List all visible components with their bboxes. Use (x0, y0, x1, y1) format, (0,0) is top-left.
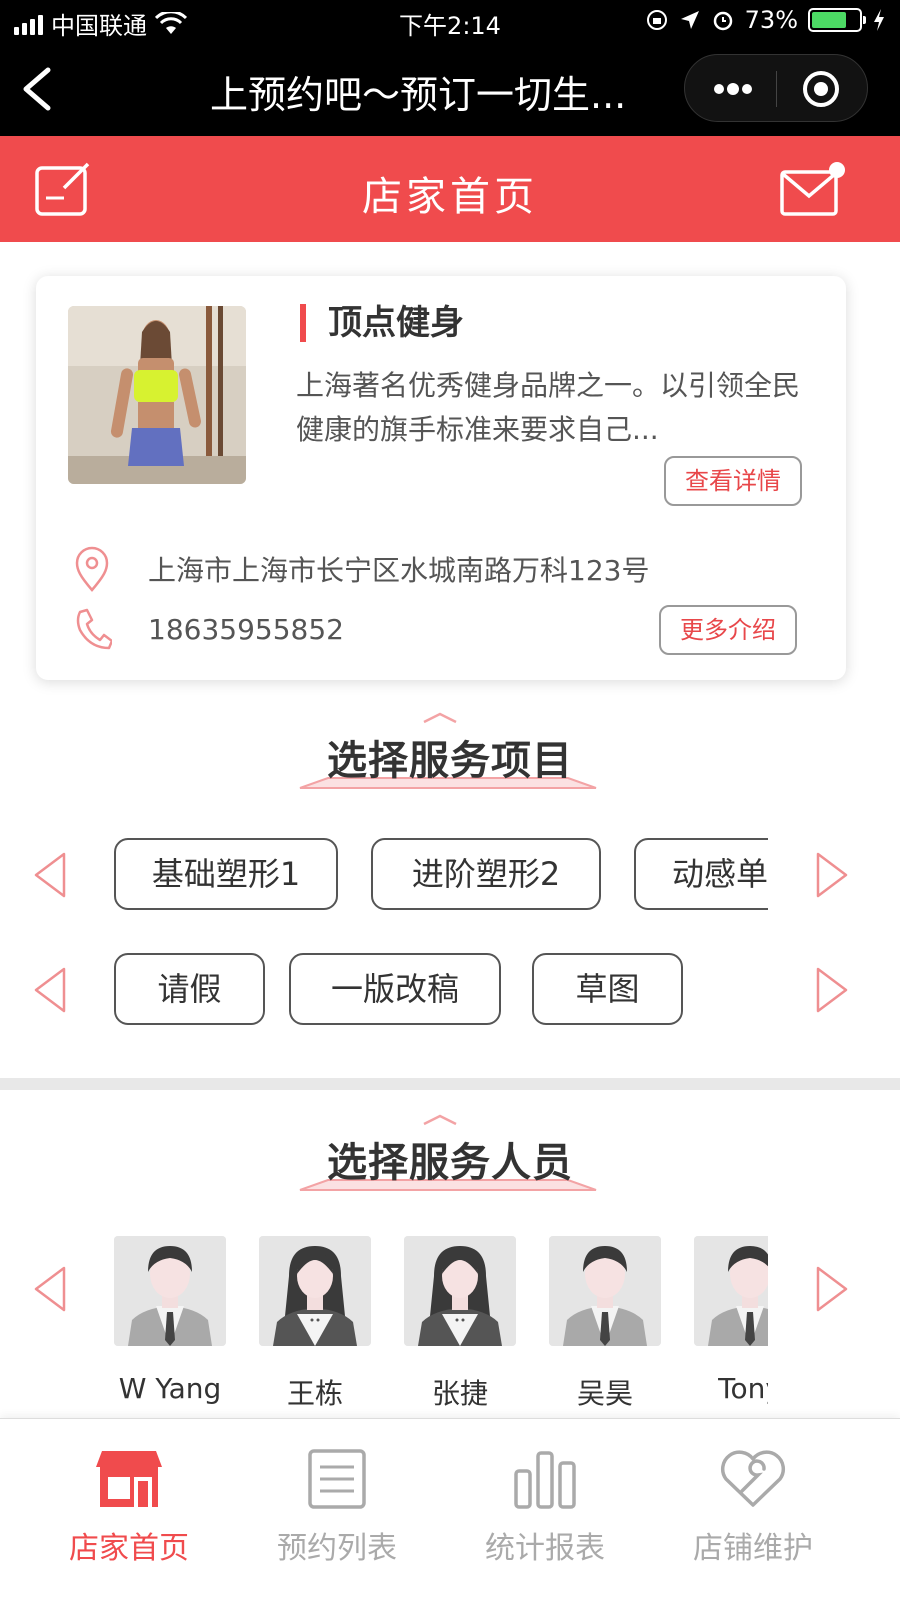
mini-program-nav-bar: 上预约吧～预订一切生... (0, 44, 900, 136)
services-row1-prev-arrow[interactable] (32, 850, 68, 900)
alarm-icon (713, 11, 732, 31)
chart-icon (514, 1451, 576, 1509)
store-phone[interactable]: 18635955852 (148, 613, 344, 646)
capsule-menu (684, 54, 868, 122)
store-info-card: 顶点健身 上海著名优秀健身品牌之一。以引领全民健康的旗手标准来要求自己... 查… (36, 276, 846, 680)
store-photo (68, 306, 246, 484)
staff-member[interactable]: 王栋 (259, 1236, 371, 1412)
avatar (694, 1236, 768, 1346)
bottom-tab-bar: 店家首页 预约列表 统计报表 店铺维护 (0, 1418, 900, 1600)
avatar (259, 1236, 371, 1346)
staff-member[interactable]: Tony (694, 1236, 768, 1405)
staff-title: 选择服务人员 (327, 1140, 573, 1186)
close-mini-program-icon[interactable] (801, 69, 841, 109)
header-title: 店家首页 (362, 174, 538, 220)
avatar (404, 1236, 516, 1346)
heart-wrench-icon (720, 1450, 786, 1507)
service-chip[interactable]: 基础塑形1 (114, 838, 338, 910)
services-row2-prev-arrow[interactable] (32, 965, 68, 1015)
services-row2-next-arrow[interactable] (814, 965, 850, 1015)
tab-label: 店家首页 (69, 1531, 189, 1566)
staff-name: W Yang (118, 1372, 222, 1405)
page-title: 上预约吧～预订一切生... (210, 73, 627, 117)
more-intro-button[interactable]: 更多介绍 (659, 605, 797, 655)
staff-name: 吴昊 (576, 1377, 633, 1410)
phone-row: 18635955852 (72, 606, 344, 652)
tab-label: 店铺维护 (693, 1531, 813, 1566)
service-chip[interactable]: 草图 (532, 953, 683, 1025)
phone-icon (76, 608, 112, 650)
avatar (114, 1236, 226, 1346)
staff-member[interactable]: W Yang (114, 1236, 226, 1405)
location-pin-icon (75, 546, 109, 592)
location-icon (680, 11, 699, 29)
store-description: 上海著名优秀健身品牌之一。以引领全民健康的旗手标准来要求自己... (296, 369, 801, 446)
battery-icon (808, 8, 866, 32)
more-options-icon[interactable] (711, 75, 755, 103)
battery-percent: 73% (744, 6, 798, 34)
store-address: 上海市上海市长宁区水城南路万科123号 (148, 554, 650, 587)
store-name: 顶点健身 (300, 304, 464, 342)
rotation-lock-icon (646, 10, 667, 30)
service-chip[interactable]: 请假 (114, 953, 265, 1025)
service-chip[interactable]: 动感单车 (634, 838, 768, 910)
tab-appointment-list[interactable]: 预约列表 (242, 1449, 432, 1567)
message-icon[interactable] (778, 160, 848, 218)
staff-prev-arrow[interactable] (32, 1264, 68, 1314)
staff-member[interactable]: 吴昊 (549, 1236, 661, 1412)
staff-next-arrow[interactable] (814, 1264, 850, 1314)
staff-name: 张捷 (431, 1377, 488, 1410)
address-row: 上海市上海市长宁区水城南路万科123号 (72, 546, 649, 592)
staff-section-title: 选择服务人员 (0, 1112, 900, 1196)
tab-label: 统计报表 (485, 1531, 605, 1566)
tab-store-home[interactable]: 店家首页 (34, 1449, 224, 1567)
tab-statistics[interactable]: 统计报表 (450, 1449, 640, 1567)
service-chip[interactable]: 进阶塑形2 (371, 838, 601, 910)
status-bar: 中国联通 下午2:14 73% (0, 0, 900, 44)
services-title: 选择服务项目 (327, 738, 573, 784)
services-row-2: 请假 一版改稿 草图 (114, 953, 768, 1027)
staff-name: Tony (718, 1372, 768, 1405)
tab-store-maintenance[interactable]: 店铺维护 (658, 1449, 848, 1567)
section-divider (0, 1078, 900, 1090)
service-chip[interactable]: 一版改稿 (289, 953, 501, 1025)
avatar (549, 1236, 661, 1346)
list-icon (308, 1449, 366, 1509)
services-row1-next-arrow[interactable] (814, 850, 850, 900)
back-button[interactable] (18, 66, 58, 112)
services-section-title: 选择服务项目 (0, 710, 900, 794)
staff-carousel: W Yang 王栋 张捷 吴昊 Tony (114, 1236, 768, 1416)
store-icon (96, 1451, 162, 1507)
tab-label: 预约列表 (277, 1531, 397, 1566)
services-row-1: 基础塑形1 进阶塑形2 动感单车 (114, 838, 768, 912)
store-header: 店家首页 (0, 136, 900, 242)
staff-member[interactable]: 张捷 (404, 1236, 516, 1412)
charging-icon (874, 9, 884, 31)
staff-name: 王栋 (286, 1377, 343, 1410)
view-details-button[interactable]: 查看详情 (664, 456, 802, 506)
